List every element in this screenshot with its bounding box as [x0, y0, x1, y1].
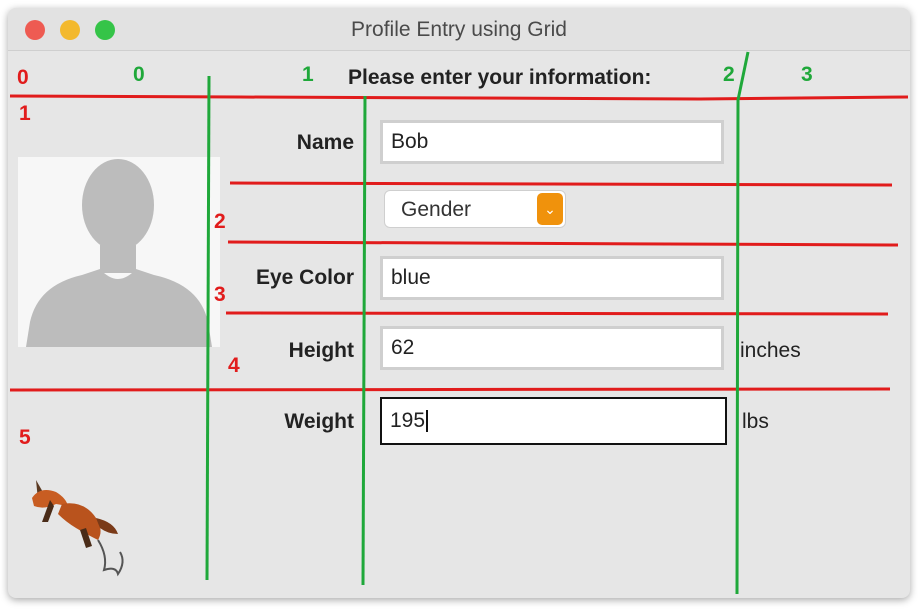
title-bar: Profile Entry using Grid [8, 8, 910, 51]
column-number-2: 2 [723, 63, 735, 86]
gender-select-value: Gender [401, 198, 472, 221]
weight-unit-label: lbs [742, 410, 769, 433]
row-number-3: 3 [214, 283, 226, 306]
gender-select[interactable]: Gender ⌄ [384, 190, 566, 228]
height-field[interactable]: 62 [380, 326, 724, 370]
text-cursor [426, 410, 429, 433]
name-field[interactable]: Bob [380, 120, 724, 164]
row-number-4: 4 [228, 354, 240, 377]
row-number-1: 1 [19, 102, 31, 125]
weight-field-value: 195 [390, 409, 426, 432]
height-field-value: 62 [391, 336, 415, 359]
row-number-0: 0 [17, 66, 29, 89]
eye-color-field-value: blue [391, 266, 431, 289]
form-heading: Please enter your information: [348, 66, 652, 89]
height-unit-label: inches [740, 339, 801, 362]
column-number-0: 0 [133, 63, 145, 86]
name-field-value: Bob [391, 130, 429, 153]
eye-color-label: Eye Color [255, 266, 354, 289]
weight-field[interactable]: 195 [380, 397, 727, 445]
window-title: Profile Entry using Grid [351, 18, 567, 41]
column-number-3: 3 [801, 63, 813, 86]
person-silhouette-icon [18, 157, 220, 347]
name-label: Name [296, 131, 354, 154]
row-number-5: 5 [19, 426, 31, 449]
chevron-down-icon: ⌄ [537, 193, 563, 225]
column-number-1: 1 [302, 63, 314, 86]
fox-logo-icon [22, 470, 142, 590]
height-label: Height [288, 339, 354, 362]
row-number-2: 2 [214, 210, 226, 233]
weight-label: Weight [284, 410, 354, 433]
eye-color-field[interactable]: blue [380, 256, 724, 300]
